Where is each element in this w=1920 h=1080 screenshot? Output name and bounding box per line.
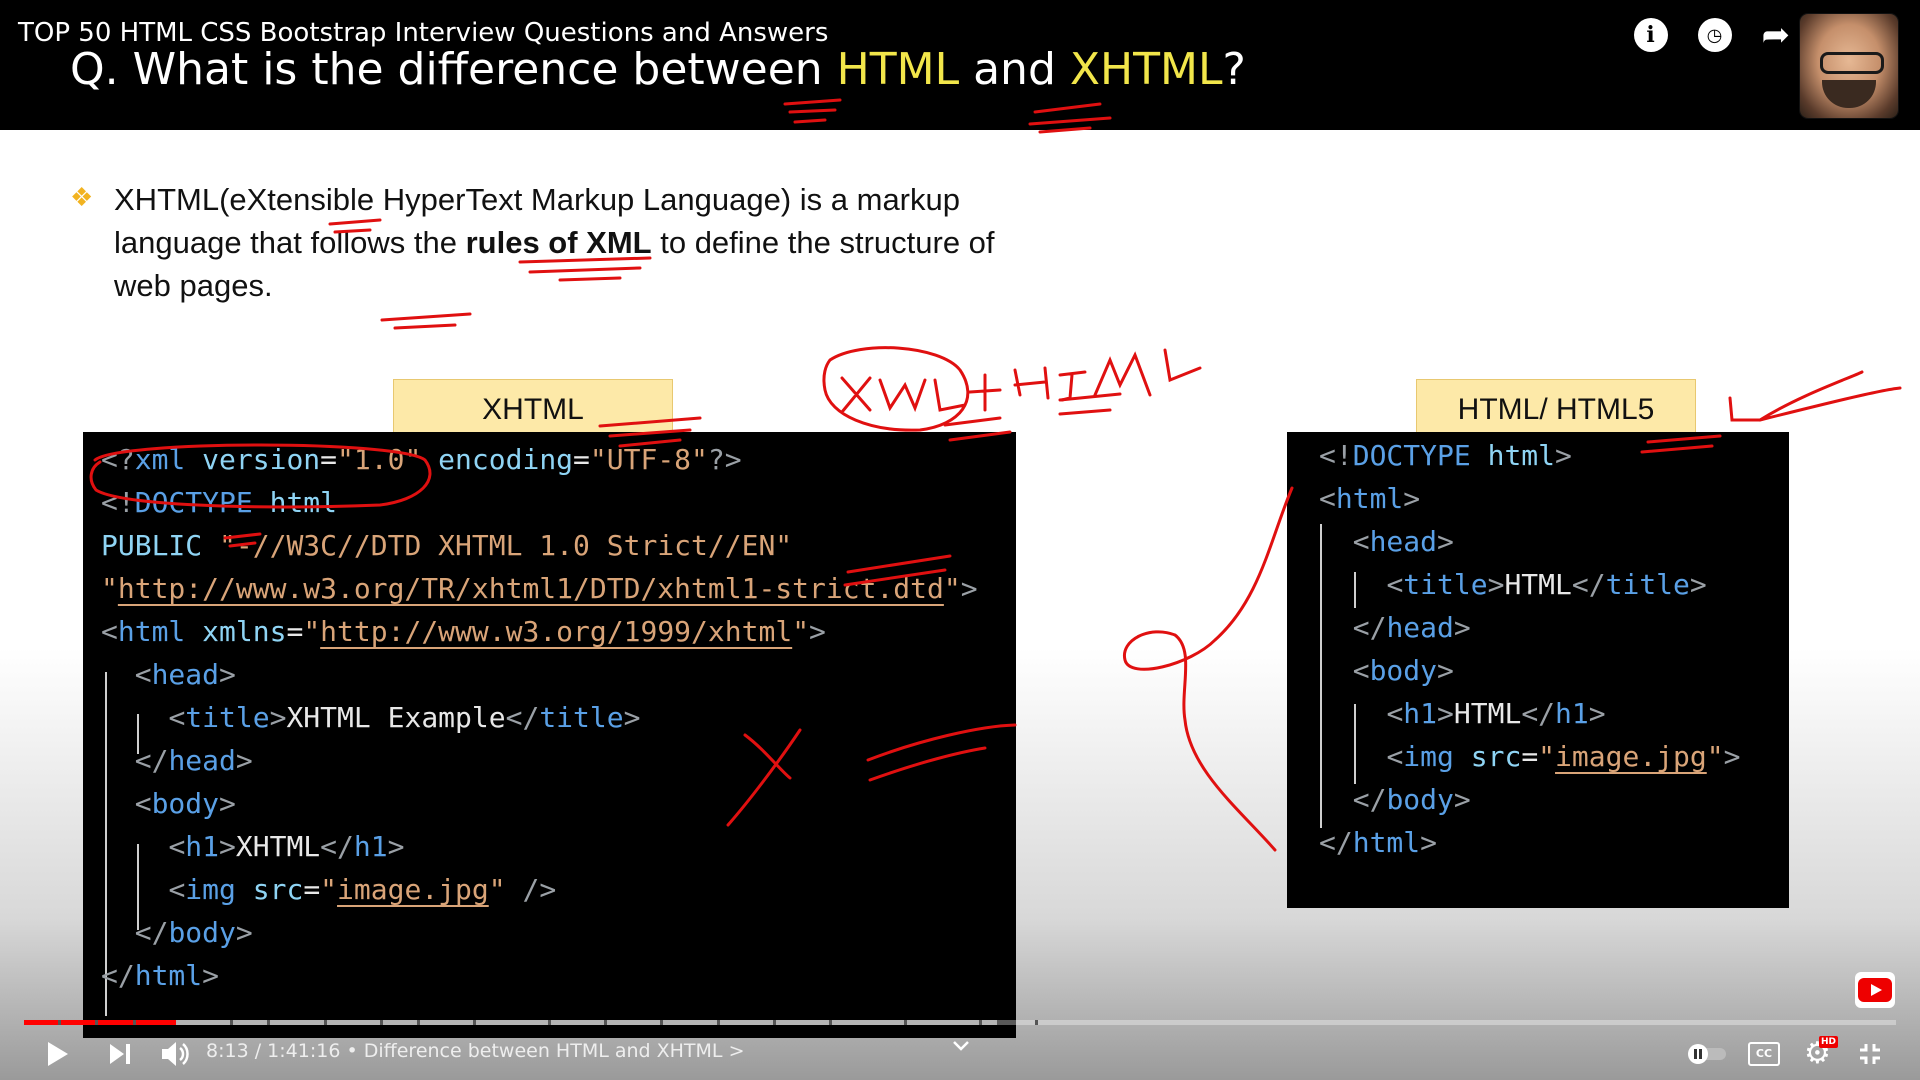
- code-line: PUBLIC "-//W3C//DTD XHTML 1.0 Strict//EN…: [101, 529, 793, 562]
- chapter-gap: [903, 1020, 907, 1025]
- chapter-chevron-icon[interactable]: >: [729, 1040, 745, 1062]
- chapter-gap: [323, 1020, 327, 1025]
- question-prefix: Q. What is the difference between: [70, 44, 837, 95]
- code-line: <title>HTML</title>: [1386, 568, 1707, 601]
- handwritten-xml-html-stroke: [822, 346, 1202, 432]
- hd-badge: HD: [1819, 1036, 1839, 1048]
- captions-icon[interactable]: CC: [1748, 1042, 1780, 1066]
- code-line: <!DOCTYPE html: [101, 486, 338, 519]
- slide-header: TOP 50 HTML CSS Bootstrap Interview Ques…: [0, 0, 1920, 130]
- play-icon[interactable]: [46, 1040, 70, 1068]
- question-and: and: [959, 44, 1070, 95]
- question-html: HTML: [836, 44, 960, 95]
- code-line: </body>: [134, 916, 253, 949]
- code-line: <h1>HTML</h1>: [1386, 697, 1606, 730]
- code-line: <title>XHTML Example</title>: [168, 701, 641, 734]
- chapter-gap: [548, 1020, 552, 1025]
- chapter-gap: [379, 1020, 383, 1025]
- code-line: <?xml version="1.0" encoding="UTF-8"?>: [101, 443, 742, 476]
- xhtml-code-panel: <?xml version="1.0" encoding="UTF-8"?> <…: [83, 432, 1016, 1038]
- chapter-gap: [95, 1020, 99, 1025]
- code-line: </html>: [1319, 826, 1438, 859]
- code-line: <img src="image.jpg" />: [168, 873, 557, 906]
- top-icon-row: i ◷ ➦: [1633, 18, 1791, 52]
- code-line: </head>: [134, 744, 253, 777]
- code-line: <head>: [1352, 525, 1454, 558]
- code-line: <html xmlns="http://www.w3.org/1999/xhtm…: [101, 615, 826, 648]
- chapter-gap: [473, 1020, 477, 1025]
- chapter-gap: [604, 1020, 608, 1025]
- code-line: <body>: [1352, 654, 1454, 687]
- code-line: <!DOCTYPE html>: [1319, 439, 1572, 472]
- brace-stroke: [1123, 486, 1294, 852]
- chapter-gap: [267, 1020, 271, 1025]
- chapter-gap: [828, 1020, 832, 1025]
- chapter-gap: [57, 1020, 61, 1025]
- chapter-gap: [1034, 1020, 1038, 1025]
- time-display: 8:13 / 1:41:16 • Difference between HTML…: [206, 1040, 745, 1062]
- progress-played: [24, 1020, 176, 1025]
- subscribe-button[interactable]: [1855, 972, 1895, 1008]
- bullet-point: ❖ XHTML(eXtensible HyperText Markup Lang…: [70, 178, 1020, 307]
- next-icon[interactable]: [108, 1042, 132, 1066]
- underline-pages-stroke: [380, 312, 472, 330]
- info-icon[interactable]: i: [1633, 18, 1668, 52]
- chapter-gap: [716, 1020, 720, 1025]
- chapter-gap: [229, 1020, 233, 1025]
- avatar-glasses: [1820, 52, 1884, 74]
- code-line: <body>: [134, 787, 236, 820]
- watch-later-icon[interactable]: ◷: [1697, 18, 1732, 52]
- expand-chevron-icon[interactable]: [952, 1040, 970, 1052]
- code-line: <head>: [134, 658, 236, 691]
- autoplay-toggle-icon[interactable]: [1686, 1042, 1730, 1066]
- player-controls: 8:13 / 1:41:16 • Difference between HTML…: [0, 1028, 1920, 1080]
- share-icon[interactable]: ➦: [1762, 18, 1791, 52]
- code-line: </body>: [1352, 783, 1471, 816]
- progress-bar[interactable]: [24, 1020, 1896, 1025]
- diamond-bullet-icon: ❖: [70, 182, 94, 212]
- chapter-gap: [772, 1020, 776, 1025]
- time-current: 8:13: [206, 1040, 249, 1062]
- channel-avatar[interactable]: [1800, 14, 1898, 118]
- code-line: </html>: [101, 959, 220, 992]
- chapter-gap: [660, 1020, 664, 1025]
- volume-icon[interactable]: [160, 1040, 190, 1068]
- code-line: <h1>XHTML</h1>: [168, 830, 405, 863]
- code-line: "http://www.w3.org/TR/xhtml1/DTD/xhtml1-…: [101, 572, 978, 605]
- chapter-gap: [417, 1020, 421, 1025]
- bullet-text: XHTML(eXtensible HyperText Markup Langua…: [114, 178, 1020, 307]
- avatar-beard: [1822, 80, 1876, 108]
- time-total: 1:41:16: [267, 1040, 341, 1062]
- question-suffix: ?: [1222, 44, 1246, 95]
- code-line: <img src="image.jpg">: [1386, 740, 1741, 773]
- bullet-bold: rules of XML: [465, 225, 652, 260]
- chapter-gap: [978, 1020, 982, 1025]
- check-mark-stroke: [1728, 370, 1902, 422]
- subscribe-logo-icon: [1858, 978, 1892, 1002]
- code-line: </head>: [1352, 611, 1471, 644]
- question-title: Q. What is the difference between HTML a…: [70, 44, 1246, 95]
- html5-code-panel: <!DOCTYPE html> <html> <head> <title>HTM…: [1287, 432, 1789, 908]
- chapter-gap: [132, 1020, 136, 1025]
- question-xhtml: XHTML: [1069, 44, 1223, 95]
- code-line: <html>: [1319, 482, 1421, 515]
- chapter-title[interactable]: Difference between HTML and XHTML: [364, 1040, 723, 1062]
- exit-fullscreen-icon[interactable]: [1858, 1042, 1882, 1066]
